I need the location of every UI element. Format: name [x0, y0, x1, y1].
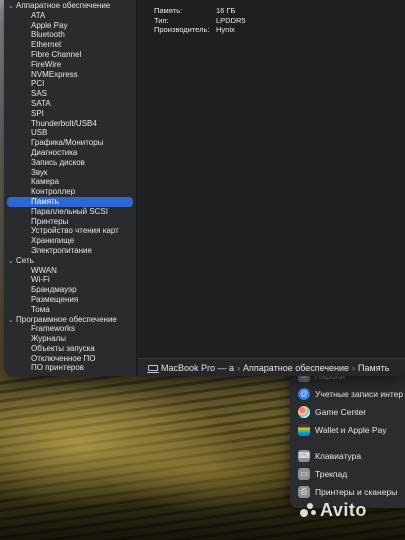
path-computer[interactable]: MacBook Pro — a	[161, 363, 234, 373]
sidebar-item-card-reader[interactable]: Устройство чтения карт	[4, 226, 136, 236]
sidebar-item-disabled-software[interactable]: Отключенное ПО	[4, 354, 136, 364]
sidebar-item-startup-items[interactable]: Объекты запуска	[4, 344, 136, 354]
sidebar-item-ata[interactable]: ATA	[4, 11, 136, 21]
sidebar-item-controller[interactable]: Контроллер	[4, 187, 136, 197]
detail-row-manufacturer: Производитель: Hynix	[154, 25, 235, 34]
sidebar-section-software[interactable]: ⌄ Программное обеспечение	[4, 315, 136, 325]
sidebar-item-nvmexpress[interactable]: NVMExpress	[4, 70, 136, 80]
printer-icon: ⎙	[298, 485, 310, 498]
sidebar-item-power[interactable]: Электропитание	[4, 246, 136, 256]
keyboard-icon: ⌨	[298, 449, 310, 462]
detail-pane: Память: 16 ГБ Тип: LPDDR5 Производитель: Hy…	[138, 0, 405, 376]
system-settings-panel: ⚿Пароли @Учетные записи интер Game Cente…	[290, 362, 405, 508]
sidebar-item-storage[interactable]: Хранилище	[4, 236, 136, 246]
sidebar-item-camera[interactable]: Камера	[4, 177, 136, 187]
sidebar-item-graphics[interactable]: Графика/Мониторы	[4, 138, 136, 148]
detail-row-memory: Память: 16 ГБ	[154, 6, 236, 15]
sidebar-item-wwan[interactable]: WWAN	[4, 266, 136, 276]
sidebar-item-spi[interactable]: SPI	[4, 109, 136, 119]
settings-item-trackpad[interactable]: ▭ Трекпад	[298, 466, 347, 482]
sidebar-section-hardware[interactable]: ⌄ Аппаратное обеспечение	[4, 1, 136, 11]
sidebar-item-volumes[interactable]: Тома	[4, 305, 136, 315]
sidebar-item-ethernet[interactable]: Ethernet	[4, 40, 136, 50]
sidebar-item-printers[interactable]: Принтеры	[4, 217, 136, 227]
sidebar-item-audio[interactable]: Звук	[4, 168, 136, 178]
sidebar-item-logs[interactable]: Журналы	[4, 334, 136, 344]
settings-item-wallet[interactable]: Wallet и Apple Pay	[298, 422, 387, 438]
system-information-window: ⌄ Аппаратное обеспечение ATA Apple Pay Bl…	[4, 0, 405, 376]
sidebar-item-frameworks[interactable]: Frameworks	[4, 324, 136, 334]
settings-item-internet-accounts[interactable]: @ Учетные записи интер	[298, 386, 403, 402]
sidebar: ⌄ Аппаратное обеспечение ATA Apple Pay Bl…	[4, 0, 137, 376]
sidebar-item-firewall[interactable]: Брандмауэр	[4, 285, 136, 295]
sidebar-item-parallel-scsi[interactable]: Параллельный SCSI	[4, 207, 136, 217]
sidebar-item-pci[interactable]: PCI	[4, 79, 136, 89]
sidebar-section-network[interactable]: ⌄ Сеть	[4, 256, 136, 266]
path-item[interactable]: Память	[358, 363, 389, 373]
wallet-icon	[298, 423, 310, 436]
sidebar-item-printer-software[interactable]: ПО принтеров	[4, 363, 136, 373]
settings-item-keyboard[interactable]: ⌨ Клавиатура	[298, 448, 361, 464]
sidebar-item-bluetooth[interactable]: Bluetooth	[4, 30, 136, 40]
sidebar-item-disc-burning[interactable]: Запись дисков	[4, 158, 136, 168]
sidebar-item-thunderbolt[interactable]: Thunderbolt/USB4	[4, 119, 136, 129]
sidebar-item-wifi[interactable]: Wi-Fi	[4, 275, 136, 285]
path-separator: ›	[237, 363, 241, 373]
sidebar-item-memory[interactable]: Память	[7, 196, 133, 207]
at-icon: @	[298, 387, 310, 400]
settings-item-printers[interactable]: ⎙ Принтеры и сканеры	[298, 484, 397, 500]
sidebar-item-sata[interactable]: SATA	[4, 99, 136, 109]
path-separator: ›	[352, 363, 356, 373]
sidebar-item-firewire[interactable]: FireWire	[4, 60, 136, 70]
sidebar-item-locations[interactable]: Размещения	[4, 295, 136, 305]
avito-logo-icon	[300, 503, 318, 517]
detail-row-type: Тип: LPDDR5	[154, 15, 246, 25]
path-bar: MacBook Pro — a › Аппаратное обеспечение › П…	[138, 358, 405, 376]
trackpad-icon: ▭	[298, 467, 310, 480]
sidebar-item-diagnostics[interactable]: Диагностика	[4, 148, 136, 158]
laptop-icon	[147, 365, 159, 373]
sidebar-item-fibre-channel[interactable]: Fibre Channel	[4, 50, 136, 60]
avito-watermark: Avito	[300, 500, 367, 521]
settings-item-game-center[interactable]: Game Center	[298, 404, 366, 420]
path-category[interactable]: Аппаратное обеспечение	[243, 363, 349, 373]
game-center-icon	[298, 405, 310, 418]
sidebar-item-usb[interactable]: USB	[4, 128, 136, 138]
sidebar-item-sas[interactable]: SAS	[4, 89, 136, 99]
memory-details: Память: 16 ГБ Тип: LPDDR5 Производитель: Hy…	[154, 6, 246, 35]
sidebar-item-apple-pay[interactable]: Apple Pay	[4, 21, 136, 31]
